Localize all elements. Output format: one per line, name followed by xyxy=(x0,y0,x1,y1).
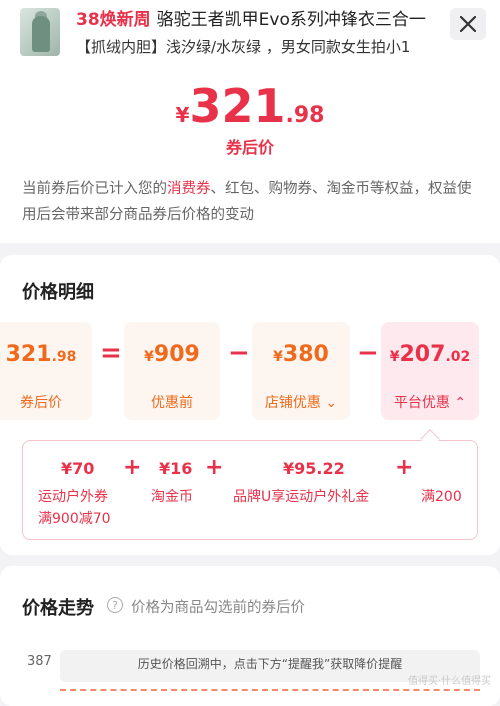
price-trend-note: 价格为商品勾选前的券后价 xyxy=(131,600,305,616)
store-discount-box[interactable]: ¥380 店铺优惠 ⌄ xyxy=(252,322,350,420)
y-axis-label: 387 xyxy=(27,654,52,669)
info-icon[interactable]: ? xyxy=(107,597,123,613)
coupon-price-label: 券后价 xyxy=(225,138,274,157)
item-sub: 满900减70 xyxy=(38,511,111,527)
product-thumbnail[interactable] xyxy=(20,8,60,56)
item-label: 满200 xyxy=(421,489,462,505)
item-value: ¥16 xyxy=(159,459,193,478)
coupon-price: ¥321.98 xyxy=(175,79,325,133)
promo-tag: 38焕新周 xyxy=(76,10,151,30)
close-icon xyxy=(459,15,477,33)
minus-sign: − xyxy=(357,338,379,368)
close-button[interactable] xyxy=(450,8,486,40)
original-price-box: ¥909 优惠前 xyxy=(124,322,220,420)
product-subtitle: 【抓绒内胆】浅汐绿/水灰绿 ，男女同款女生拍小1 xyxy=(76,38,411,56)
item-value: ¥95.22 xyxy=(283,459,345,478)
price-detail-title: 价格明细 xyxy=(22,282,94,303)
price-description: 当前券后价已计入您的消费券、红包、购物券、淘金币等权益，权益使用后会带来部分商品… xyxy=(22,181,472,223)
item-label: 淘金币 xyxy=(151,489,193,505)
watermark: 值得买·什么值得买 xyxy=(408,676,492,687)
item-label: 品牌U享运动户外礼金 xyxy=(233,489,370,505)
platform-discount-panel: ¥70 运动户外券 满900减70 + ¥16 淘金币 + ¥95.22 品牌U… xyxy=(22,440,478,540)
platform-discount-box[interactable]: ¥207.02 平台优惠 ⌃ xyxy=(381,322,479,420)
item-label: 运动户外券 xyxy=(38,489,108,505)
plus-sign: + xyxy=(123,455,142,480)
coupon-price-box: 321.98 券后价 xyxy=(0,322,92,420)
plus-sign: + xyxy=(205,455,224,480)
minus-sign: − xyxy=(228,338,250,368)
price-line xyxy=(60,689,480,691)
item-value: ¥70 xyxy=(61,459,95,478)
equals-sign: = xyxy=(100,338,122,368)
price-trend-title: 价格走势 xyxy=(22,598,94,619)
plus-sign: + xyxy=(395,455,414,480)
product-title: 38焕新周 骆驼王者凯甲Evo系列冲锋衣三合一 xyxy=(76,10,426,30)
